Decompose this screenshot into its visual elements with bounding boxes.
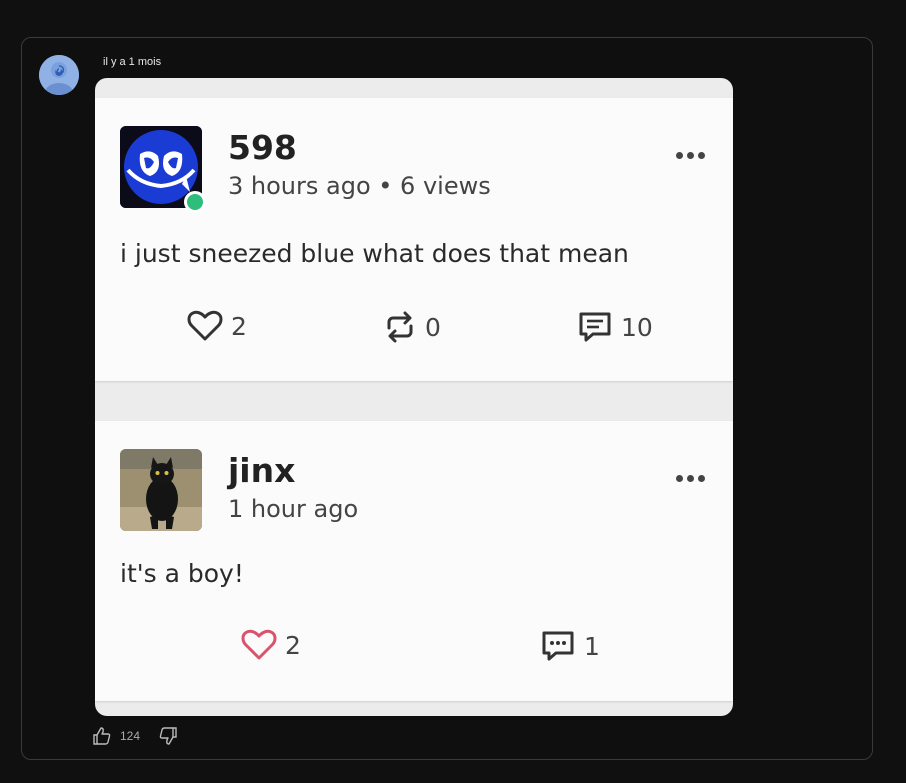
post-card: jinx 1 hour ago it's a boy! 2 1: [95, 421, 733, 701]
comment-icon: [579, 312, 611, 342]
comment-timestamp[interactable]: il y a 1 mois: [103, 56, 161, 68]
like-action: 2: [241, 629, 301, 661]
repost-count: 0: [425, 312, 441, 342]
comment-actions-bar: 124: [92, 726, 178, 746]
comment-action: 10: [577, 310, 653, 344]
more-icon: [676, 475, 705, 482]
comment-icon: [542, 631, 574, 661]
post-text: it's a boy!: [120, 559, 244, 588]
commenter-avatar[interactable]: [39, 55, 79, 95]
repost-icon: [387, 311, 413, 343]
comment-action: 1: [540, 629, 600, 663]
thumb-down-icon[interactable]: [158, 726, 178, 746]
like-action: 2: [187, 310, 247, 342]
post-avatar: [120, 449, 202, 531]
post-meta: 1 hour ago: [228, 495, 359, 523]
comment-count: 1: [584, 631, 600, 661]
like-count: 2: [285, 630, 301, 660]
post-card: 598 3 hours ago • 6 views i just sneezed…: [95, 98, 733, 381]
attached-screenshot: 598 3 hours ago • 6 views i just sneezed…: [95, 78, 733, 716]
online-status-dot: [184, 191, 206, 213]
like-count: 2: [231, 311, 247, 341]
post-text: i just sneezed blue what does that mean: [120, 239, 629, 268]
heart-icon: [241, 629, 277, 660]
heart-icon: [187, 310, 223, 341]
post-meta: 3 hours ago • 6 views: [228, 172, 491, 200]
post-username: 598: [228, 128, 297, 167]
comment-count: 10: [621, 312, 653, 342]
comment-card: il y a 1 mois 598 3 hours ago • 6 views: [21, 37, 873, 760]
repost-action: 0: [383, 310, 441, 344]
more-icon: [676, 152, 705, 159]
thumb-up-icon[interactable]: [92, 726, 112, 746]
post-username: jinx: [228, 451, 296, 490]
comment-like-count: 124: [120, 729, 141, 743]
